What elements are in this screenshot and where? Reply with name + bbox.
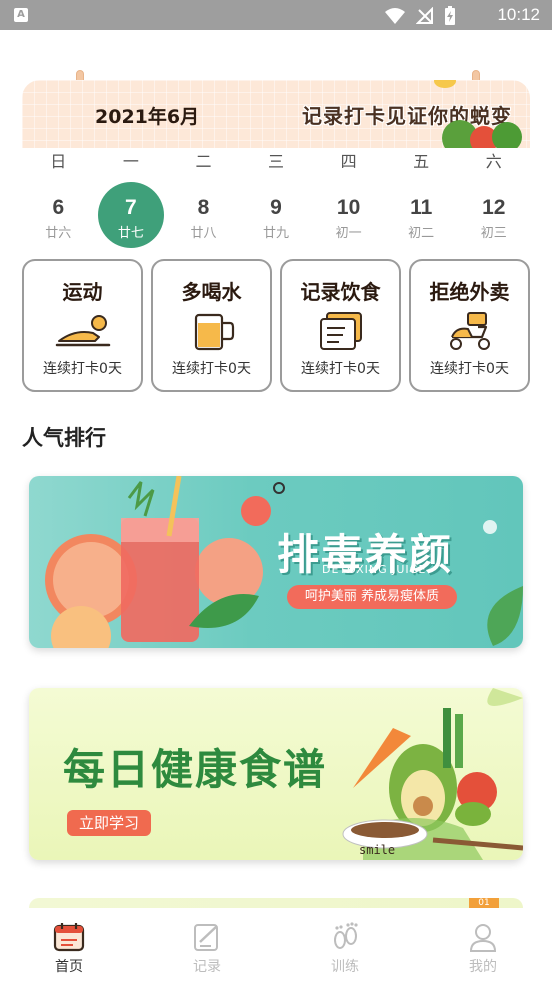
day-number: 11: [410, 196, 433, 219]
week-day-row: 6 廿六 7 廿七 8 廿八 9 廿九 10 初一 11 初二 12 初三: [22, 182, 530, 248]
nav-train[interactable]: 训练: [276, 908, 414, 983]
lunar-date: 廿七: [117, 226, 144, 241]
weekday-label: 六: [485, 152, 502, 171]
lunar-date: 初三: [480, 226, 507, 241]
lunar-date: 初一: [335, 226, 362, 241]
day-number: 8: [197, 196, 210, 219]
no-signal-icon: [416, 7, 433, 24]
habit-streak: 连续打卡0天: [430, 361, 509, 377]
lemon-decoration: [434, 80, 456, 88]
month-title[interactable]: 2021年6月: [95, 102, 199, 129]
day-cell[interactable]: 11 初二: [385, 182, 458, 248]
habit-streak: 连续打卡0天: [172, 361, 251, 377]
habit-title: 运动: [62, 280, 103, 304]
day-cell[interactable]: 10 初一: [312, 182, 385, 248]
nav-record[interactable]: 记录: [138, 908, 276, 983]
bottom-navigation: 首页 记录 训练 我的: [0, 908, 552, 983]
app-notification-icon: A: [14, 8, 28, 22]
weekday-label: 二: [195, 152, 212, 171]
battery-charging-icon: [445, 6, 455, 25]
banner-tagline: 呵护美丽 养成易瘦体质: [287, 585, 457, 609]
habit-streak: 连续打卡0天: [301, 361, 380, 377]
day-number: 10: [336, 196, 361, 219]
decor-dot: [483, 520, 497, 534]
habit-card-no-takeout[interactable]: 拒绝外卖 连续打卡0天: [409, 259, 530, 392]
broccoli-decoration: [492, 122, 522, 148]
nav-home[interactable]: 首页: [0, 908, 138, 983]
status-icons: [384, 6, 456, 26]
day-number: 12: [482, 196, 506, 219]
day-cell[interactable]: 9 廿九: [240, 182, 313, 248]
day-cell[interactable]: 12 初三: [457, 182, 530, 248]
habit-title: 多喝水: [181, 280, 242, 304]
lunar-date: 廿六: [45, 226, 72, 241]
day-number: 6: [52, 196, 65, 219]
footprint-train-icon: [334, 922, 358, 949]
meal-record-icon: [319, 312, 362, 350]
habit-title: 记录饮食: [300, 280, 381, 304]
grapefruit-juice-illustration: [45, 476, 263, 648]
user-profile-icon: [469, 924, 497, 952]
banner-partial[interactable]: 01: [29, 898, 523, 908]
header-banner: 2021年6月 记录打卡见证你的蜕变: [22, 80, 530, 148]
header-slogan: 记录打卡见证你的蜕变: [302, 104, 512, 128]
habit-streak: 连续打卡0天: [43, 361, 122, 377]
day-number: 9: [270, 196, 282, 219]
banner-title: 每日健康食谱: [63, 745, 328, 794]
nav-profile[interactable]: 我的: [414, 908, 552, 983]
learn-now-button[interactable]: 立即学习: [67, 810, 151, 836]
leaf-decoration: [487, 586, 523, 646]
weekday-label: 五: [413, 152, 430, 171]
banner-badge: 01: [469, 898, 499, 908]
decor-circle: [241, 496, 271, 526]
day-cell-selected[interactable]: 7 廿七: [95, 182, 168, 248]
delivery-scooter-icon: [449, 312, 490, 350]
vegetables-illustration: smile: [342, 688, 523, 860]
lunar-date: 廿八: [190, 226, 217, 241]
edit-record-icon: [194, 924, 218, 951]
weekday-label: 一: [122, 152, 139, 171]
status-time: 10:12: [497, 5, 540, 24]
nav-label: 训练: [331, 959, 359, 975]
day-cell[interactable]: 6 廿六: [22, 182, 95, 248]
habit-card-diet[interactable]: 记录饮食 连续打卡0天: [280, 259, 401, 392]
habit-title: 拒绝外卖: [429, 280, 510, 304]
habit-card-exercise[interactable]: 运动 连续打卡0天: [22, 259, 143, 392]
banner-daily-recipe[interactable]: 每日健康食谱 立即学习 smile: [29, 688, 523, 860]
day-cell[interactable]: 8 廿八: [167, 182, 240, 248]
banner-detox-juice[interactable]: 排毒养颜 DETOXING JUICE 呵护美丽 养成易瘦体质: [29, 476, 523, 648]
day-number: 7: [125, 196, 137, 219]
bowl-text: smile: [359, 843, 395, 857]
weekday-label: 日: [50, 152, 67, 171]
wifi-icon: [385, 8, 405, 24]
weekday-label: 三: [268, 152, 285, 171]
habit-card-water[interactable]: 多喝水 连续打卡0天: [151, 259, 272, 392]
lunar-date: 廿九: [263, 226, 290, 241]
nav-label: 首页: [55, 959, 83, 975]
nav-label: 记录: [193, 959, 221, 975]
lunar-date: 初二: [408, 226, 435, 241]
habit-cards: 运动 连续打卡0天 多喝水 连续打卡0天 记录饮食 连续打卡0天 拒绝外卖 连续…: [22, 259, 530, 392]
decor-ring: [273, 482, 285, 494]
banner-subtitle: DETOXING JUICE: [322, 563, 427, 576]
section-title-popular: 人气排行: [22, 426, 106, 450]
calendar-home-icon: [53, 923, 85, 952]
nav-label: 我的: [469, 959, 497, 975]
status-bar: A 10:12: [0, 0, 552, 30]
weekday-header: 日 一 二 三 四 五 六: [22, 148, 530, 172]
water-cup-icon: [194, 313, 234, 351]
exercise-icon: [55, 315, 110, 347]
weekday-label: 四: [340, 152, 357, 171]
